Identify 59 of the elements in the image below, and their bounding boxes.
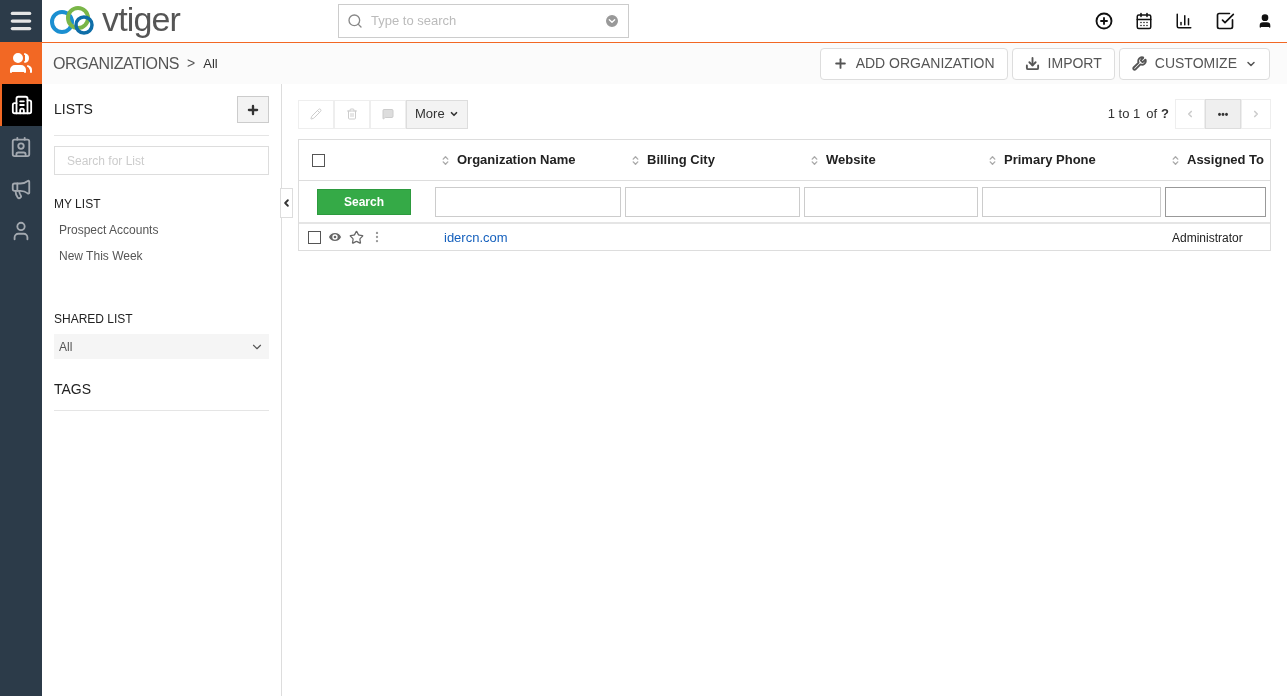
calendar-icon[interactable] bbox=[1135, 12, 1153, 30]
add-organization-button[interactable]: ADD ORGANIZATION bbox=[819, 47, 1008, 80]
plus-icon bbox=[832, 56, 848, 71]
download-icon bbox=[1024, 56, 1040, 71]
task-checkbox-icon[interactable] bbox=[1215, 11, 1235, 31]
column-filter-field[interactable] bbox=[625, 186, 800, 217]
customize-button[interactable]: CUSTOMIZE bbox=[1118, 47, 1270, 80]
chevron-left-icon bbox=[1185, 109, 1195, 119]
list-item[interactable]: Prospect Accounts bbox=[59, 221, 269, 239]
dropdown-icon[interactable] bbox=[604, 13, 620, 29]
wrench-icon bbox=[1131, 56, 1147, 71]
chevron-left-icon bbox=[281, 197, 292, 209]
column-header[interactable]: Billing City bbox=[625, 150, 804, 170]
list-item[interactable]: New This Week bbox=[59, 247, 269, 265]
my-list-title: MY LIST bbox=[54, 196, 102, 213]
sort-icon bbox=[809, 154, 820, 166]
of-label: of bbox=[1146, 105, 1158, 124]
column-filter-field[interactable] bbox=[982, 186, 1161, 217]
column-header[interactable]: Assigned To bbox=[1165, 150, 1270, 170]
select-all-checkbox[interactable] bbox=[312, 153, 325, 167]
page-jump-button[interactable]: ••• bbox=[1205, 99, 1241, 129]
sort-icon bbox=[987, 154, 998, 166]
search-icon bbox=[347, 13, 363, 29]
bar-chart-icon[interactable] bbox=[1175, 12, 1193, 30]
pagination-text: 1 to 1 bbox=[1107, 105, 1141, 124]
row-checkbox[interactable] bbox=[308, 230, 321, 244]
add-list-button[interactable] bbox=[237, 96, 269, 123]
sort-icon bbox=[440, 154, 451, 166]
total-count: ? bbox=[1161, 105, 1169, 124]
sort-icon bbox=[630, 154, 641, 166]
column-header[interactable]: Primary Phone bbox=[982, 150, 1165, 170]
plus-icon bbox=[246, 102, 260, 117]
collapse-panel-button[interactable] bbox=[280, 188, 293, 218]
user-icon[interactable] bbox=[1257, 13, 1273, 29]
building-icon[interactable] bbox=[0, 84, 42, 126]
module-title[interactable]: ORGANIZATIONS bbox=[53, 51, 180, 76]
caret-icon bbox=[448, 109, 459, 119]
column-filter-field[interactable] bbox=[1165, 186, 1266, 217]
add-icon[interactable] bbox=[1095, 12, 1113, 30]
sort-icon bbox=[1170, 154, 1181, 166]
tags-title: TAGS bbox=[54, 379, 269, 411]
lists-title: LISTS bbox=[54, 100, 93, 119]
breadcrumb-separator: > bbox=[187, 54, 196, 73]
organization-link[interactable]: idercn.com bbox=[444, 230, 508, 245]
column-filter-field[interactable] bbox=[435, 186, 621, 217]
chevron-right-icon bbox=[1251, 109, 1261, 119]
column-header[interactable]: Organization Name bbox=[435, 150, 625, 170]
search-field[interactable]: Type to search bbox=[338, 4, 629, 38]
view-name: All bbox=[203, 54, 218, 73]
column-filter-field[interactable] bbox=[804, 186, 978, 217]
shared-list-title: SHARED LIST bbox=[54, 311, 134, 328]
logo-text: vtiger bbox=[102, 2, 181, 36]
column-header[interactable]: Website bbox=[804, 150, 982, 170]
more-button[interactable]: More bbox=[406, 99, 468, 129]
table-cell: Administrator bbox=[1172, 231, 1243, 245]
search-input[interactable]: Type to search bbox=[371, 11, 596, 31]
star-icon[interactable] bbox=[349, 229, 364, 245]
import-button[interactable]: IMPORT bbox=[1011, 47, 1115, 80]
shared-list-dropdown[interactable]: All bbox=[54, 334, 269, 359]
